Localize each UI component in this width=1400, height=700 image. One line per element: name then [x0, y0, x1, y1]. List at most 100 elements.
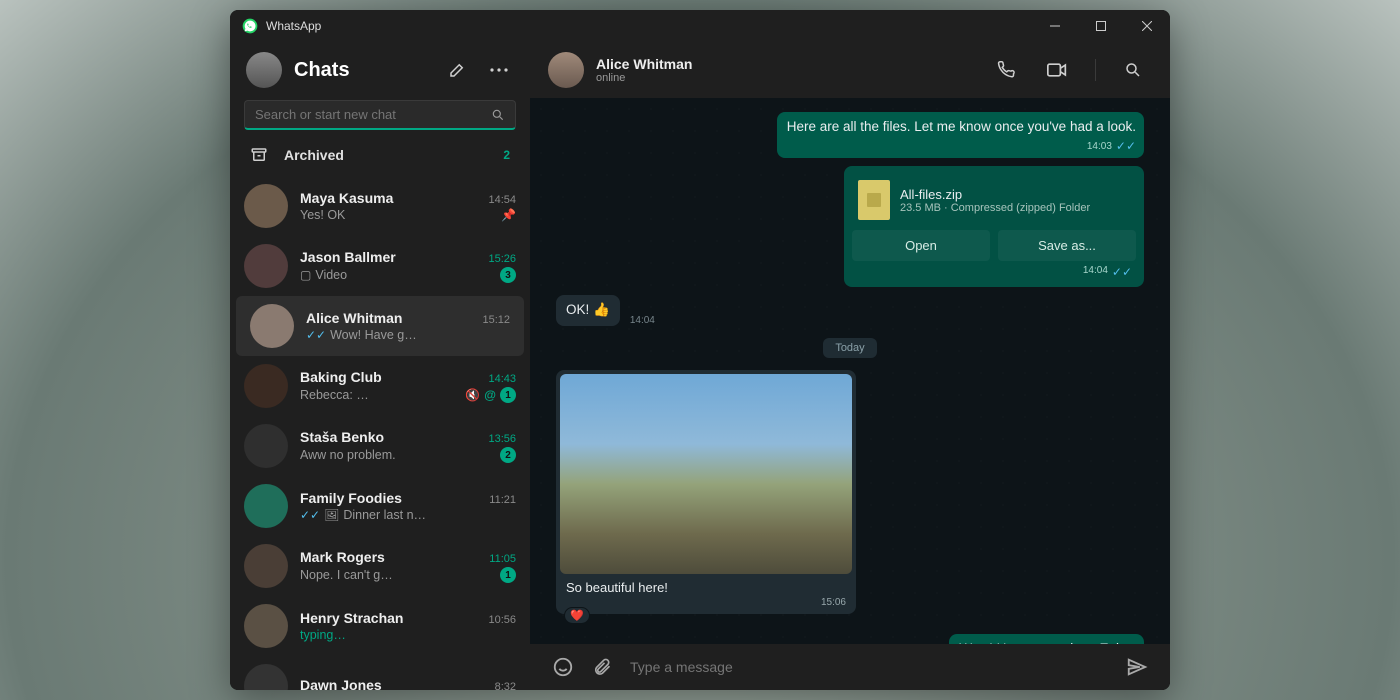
messages-area: Here are all the files. Let me know once… — [530, 98, 1170, 644]
chat-avatar — [244, 544, 288, 588]
app-title: WhatsApp — [266, 19, 321, 33]
chat-avatar — [244, 484, 288, 528]
image-caption: So beautiful here! — [560, 574, 852, 597]
file-meta: 23.5 MB · Compressed (zipped) Folder — [900, 202, 1090, 214]
chat-name: Maya Kasuma — [300, 190, 482, 206]
chat-item[interactable]: Family Foodies11:21✓✓ 🖼 Dinner last nigh… — [230, 476, 530, 536]
emoji-button[interactable] — [552, 656, 574, 678]
chat-name: Dawn Jones — [300, 677, 489, 690]
reaction-badge[interactable]: ❤️ — [564, 607, 590, 624]
chat-avatar — [244, 664, 288, 690]
conversation-header: Alice Whitman online — [530, 42, 1170, 98]
chat-item[interactable]: Dawn Jones 8:32 — [230, 656, 530, 690]
mention-icon: @ — [484, 388, 496, 402]
archived-label: Archived — [284, 147, 487, 163]
contact-status: online — [596, 72, 692, 84]
chat-preview: Nope. I can't go unfortunately. — [300, 568, 396, 582]
search-input[interactable] — [255, 107, 483, 122]
chat-item[interactable]: Baking Club14:43Rebecca: @Chris R?🔇@1 — [230, 356, 530, 416]
chat-item[interactable]: Mark Rogers11:05Nope. I can't go unfortu… — [230, 536, 530, 596]
unread-badge: 3 — [500, 267, 516, 283]
file-open-button[interactable]: Open — [852, 230, 990, 261]
video-icon — [1047, 63, 1067, 77]
sidebar: Chats Archived 2 Maya Kasuma14:54Yes — [230, 42, 530, 690]
chat-time: 15:12 — [482, 314, 510, 326]
message-text: Here are all the files. Let me know once… — [787, 119, 1136, 134]
message-time: 14:04 — [1083, 265, 1108, 279]
emoji-icon — [552, 656, 574, 678]
contact-avatar[interactable] — [548, 52, 584, 88]
chat-name: Baking Club — [300, 369, 482, 385]
search-field[interactable] — [244, 100, 516, 130]
archive-icon — [250, 146, 268, 164]
day-separator: Today — [823, 338, 876, 358]
paperclip-icon — [592, 657, 612, 677]
chat-avatar — [244, 364, 288, 408]
app-window: WhatsApp Chats — [230, 10, 1170, 690]
chat-preview: Yes! OK — [300, 208, 397, 222]
chat-time: 14:54 — [488, 194, 516, 206]
send-button[interactable] — [1126, 656, 1148, 678]
window-maximize-button[interactable] — [1078, 10, 1124, 42]
window-close-button[interactable] — [1124, 10, 1170, 42]
more-button[interactable] — [484, 55, 514, 85]
message-time: 14:03 — [1087, 140, 1112, 154]
composer — [530, 644, 1170, 690]
chat-name: Jason Ballmer — [300, 249, 482, 265]
message-incoming[interactable]: OK! 👍 — [556, 295, 620, 325]
window-minimize-button[interactable] — [1032, 10, 1078, 42]
muted-icon: 🔇 — [465, 388, 480, 402]
chat-preview: Wow! Have great time. Enjoy. — [330, 328, 418, 342]
read-ticks-icon: ✓✓ — [1112, 265, 1132, 279]
chat-item[interactable]: Maya Kasuma 14:54 Yes! OK 📌 — [230, 176, 530, 236]
title-bar: WhatsApp — [230, 10, 1170, 42]
message-text: OK! 👍 — [566, 302, 610, 317]
conversation-search-button[interactable] — [1114, 61, 1152, 79]
chat-item[interactable]: Alice Whitman15:12✓✓ Wow! Have great tim… — [236, 296, 524, 356]
message-input[interactable] — [630, 659, 1108, 675]
send-icon — [1126, 656, 1148, 678]
unread-badge: 2 — [500, 447, 516, 463]
chat-item[interactable]: Staša Benko13:56Aww no problem.2 — [230, 416, 530, 476]
chat-item[interactable]: Jason Ballmer15:26▢ Video3 — [230, 236, 530, 296]
file-attachment-card[interactable]: All-files.zip 23.5 MB · Compressed (zipp… — [844, 166, 1144, 287]
photo-icon: 🖼 — [324, 508, 339, 522]
message-outgoing[interactable]: Wow! Have great time. Enjoy. 15:12✓✓ — [949, 634, 1144, 644]
file-save-button[interactable]: Save as... — [998, 230, 1136, 261]
image-message[interactable]: So beautiful here! 15:06 ❤️ — [556, 370, 856, 614]
chat-avatar — [250, 304, 294, 348]
my-avatar[interactable] — [246, 52, 282, 88]
compose-icon — [448, 61, 466, 79]
voice-call-button[interactable] — [987, 61, 1025, 79]
whatsapp-logo-icon — [242, 18, 258, 34]
message-outgoing[interactable]: Here are all the files. Let me know once… — [777, 112, 1144, 158]
message-time: 15:06 — [821, 597, 846, 608]
header-divider — [1095, 59, 1096, 81]
conversation-panel: Alice Whitman online Here are all the fi… — [530, 42, 1170, 690]
read-ticks-icon: ✓✓ — [1116, 138, 1136, 154]
contact-name: Alice Whitman — [596, 56, 692, 72]
video-call-button[interactable] — [1037, 63, 1077, 77]
pinned-icon: 📌 — [501, 208, 516, 222]
ellipsis-icon — [490, 68, 508, 72]
archived-row[interactable]: Archived 2 — [230, 134, 530, 176]
file-name: All-files.zip — [900, 187, 1090, 202]
new-chat-button[interactable] — [442, 55, 472, 85]
chat-time: 10:56 — [488, 614, 516, 626]
chat-time: 8:32 — [495, 681, 516, 690]
chat-time: 14:43 — [488, 373, 516, 385]
read-ticks-icon: ✓✓ — [300, 508, 320, 522]
phone-icon — [997, 61, 1015, 79]
archived-count: 2 — [503, 148, 510, 162]
attach-button[interactable] — [592, 657, 612, 677]
chat-avatar — [244, 424, 288, 468]
search-icon — [491, 108, 505, 122]
photo-thumbnail[interactable] — [560, 374, 852, 574]
unread-badge: 1 — [500, 387, 516, 403]
chat-item[interactable]: Henry Strachan10:56typing… — [230, 596, 530, 656]
chat-name: Family Foodies — [300, 490, 483, 506]
unread-badge: 1 — [500, 567, 516, 583]
video-icon: ▢ — [300, 268, 311, 282]
chat-name: Alice Whitman — [306, 310, 476, 326]
chat-preview: Dinner last night! — [343, 508, 427, 522]
